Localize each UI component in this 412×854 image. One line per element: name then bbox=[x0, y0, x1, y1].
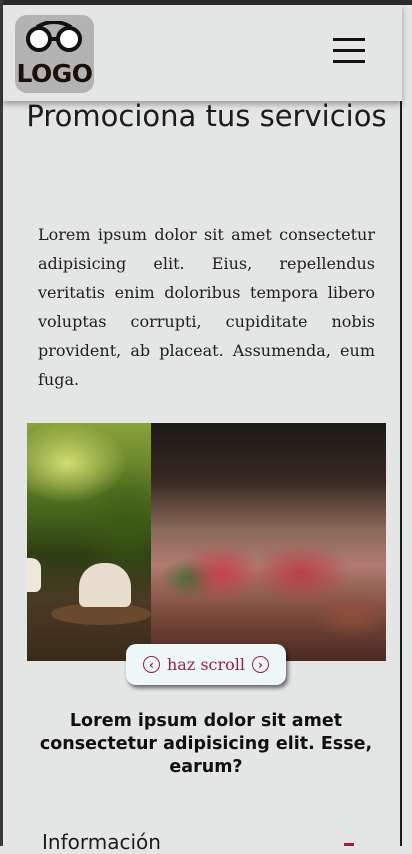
logo-text: LOGO bbox=[16, 59, 93, 88]
cupcake-partial bbox=[27, 558, 41, 592]
intro-paragraph: Lorem ipsum dolor sit amet consectetur a… bbox=[38, 225, 375, 389]
section-subtitle: Lorem ipsum dolor sit amet consectetur a… bbox=[39, 711, 373, 777]
logo[interactable]: LOGO bbox=[15, 15, 94, 93]
pizza-photo bbox=[151, 423, 386, 661]
image-gallery[interactable] bbox=[27, 423, 386, 661]
cupcakes-photo bbox=[27, 423, 151, 661]
site-header: LOGO bbox=[3, 5, 402, 101]
frame-right-edge bbox=[400, 60, 402, 846]
section-label-info[interactable]: Información bbox=[42, 830, 161, 854]
page-title: Promociona tus servicios bbox=[26, 99, 387, 133]
scroll-hint-label: haz scroll bbox=[166, 655, 246, 674]
scroll-hint-button[interactable]: ‹ haz scroll › bbox=[126, 644, 286, 685]
cupcake bbox=[79, 563, 131, 607]
chevron-right-circle-icon: › bbox=[252, 656, 270, 673]
glasses-icon bbox=[26, 21, 82, 52]
hamburger-menu-icon[interactable] bbox=[333, 38, 367, 70]
chevron-left-circle-icon: ‹ bbox=[142, 656, 160, 673]
frame-left-edge bbox=[0, 0, 3, 846]
